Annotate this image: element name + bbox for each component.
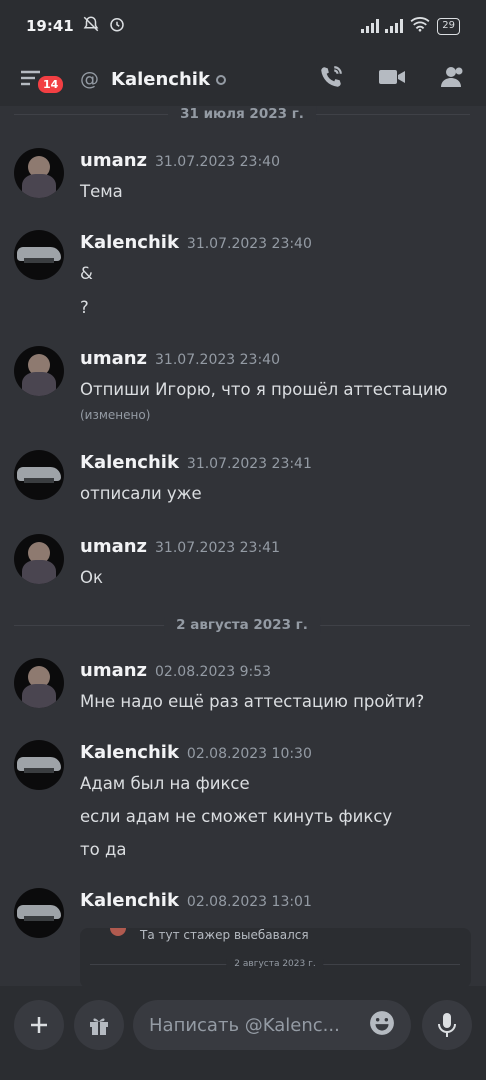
message-author[interactable]: umanz [80,536,147,557]
voice-call-button[interactable] [318,64,344,94]
message-author[interactable]: Kalenchik [80,890,179,911]
microphone-icon [438,1013,456,1037]
message-time: 31.07.2023 23:40 [155,154,280,170]
date-divider: 2 августа 2023 г. [14,617,470,633]
message-text: ? [80,298,89,317]
video-call-button[interactable] [378,66,406,92]
gift-button[interactable] [74,1000,124,1050]
channel-name[interactable]: Kalenchik [111,69,210,90]
message-text: отписали уже [80,484,202,503]
message-author[interactable]: umanz [80,348,147,369]
message-text: Ок [80,568,103,587]
message-time: 31.07.2023 23:40 [186,236,312,252]
avatar[interactable] [14,658,64,708]
avatar[interactable] [14,534,64,584]
battery-indicator: 29 [437,17,460,35]
menu-button[interactable]: 14 [20,64,66,95]
message-time: 02.08.2023 9:53 [155,664,272,680]
plus-icon [31,1017,47,1033]
message-time: 31.07.2023 23:41 [155,540,280,556]
emoji-icon [370,1011,394,1035]
message-input[interactable]: Написать @Kalenc... [133,1000,411,1050]
signal-icon [385,19,404,33]
message-author[interactable]: umanz [80,150,147,171]
phone-icon [321,66,342,87]
image-attachment[interactable]: Та тут стажер выебавался 2 августа 2023 … [80,928,471,986]
avatar[interactable] [14,230,64,280]
wifi-icon [409,16,431,36]
avatar [110,928,126,936]
message-author[interactable]: Kalenchik [80,452,179,473]
user-icon [441,67,463,87]
presence-indicator [215,75,226,85]
video-icon [379,70,405,84]
avatar[interactable] [14,346,64,396]
message-composer: Написать @Kalenc... [0,986,486,1080]
signal-icon [361,19,380,33]
alarm-icon [108,15,126,37]
message-author[interactable]: umanz [80,660,147,681]
message-text: Адам был на фиксе [80,774,250,793]
message-text: если адам не сможет кинуть фиксу [80,807,393,826]
message-time: 02.08.2023 13:01 [186,894,312,910]
message-text: Отпиши Игорю, что я прошёл аттестацию [80,380,448,399]
message-time: 31.07.2023 23:41 [186,456,312,472]
avatar[interactable] [14,450,64,500]
message-author[interactable]: Kalenchik [80,742,179,763]
message-text: & [80,264,93,283]
unread-badge: 14 [36,74,66,95]
gift-icon [90,1018,108,1035]
message-time: 02.08.2023 10:30 [186,746,312,762]
avatar[interactable] [14,888,64,938]
date-divider: 2 августа 2023 г. [90,959,460,969]
emoji-button[interactable] [369,1010,395,1040]
message-list[interactable]: 31 июля 2023 г. umanz 31.07.2023 23:40 Те… [0,106,486,986]
status-bar: 19:41 29 [0,0,486,52]
voice-message-button[interactable] [422,1000,472,1050]
at-icon: @ [80,68,99,90]
message-input-placeholder: Написать @Kalenc... [149,1014,340,1036]
edited-label: (изменено) [80,408,151,422]
mute-icon [82,15,100,37]
message-author[interactable]: Kalenchik [80,232,179,253]
attachment-text: Та тут стажер выебавался [140,928,309,942]
profile-button[interactable] [440,65,466,93]
date-divider: 31 июля 2023 г. [14,106,470,122]
avatar[interactable] [14,740,64,790]
channel-header: 14 @ Kalenchik [0,52,486,106]
add-attachment-button[interactable] [14,1000,64,1050]
status-time: 19:41 [26,17,74,35]
message-text: то да [80,840,127,859]
message-text: Тема [80,182,123,201]
avatar[interactable] [14,148,64,198]
message-text: Мне надо ещё раз аттестацию пройти? [80,692,425,711]
message-time: 31.07.2023 23:40 [155,352,280,368]
